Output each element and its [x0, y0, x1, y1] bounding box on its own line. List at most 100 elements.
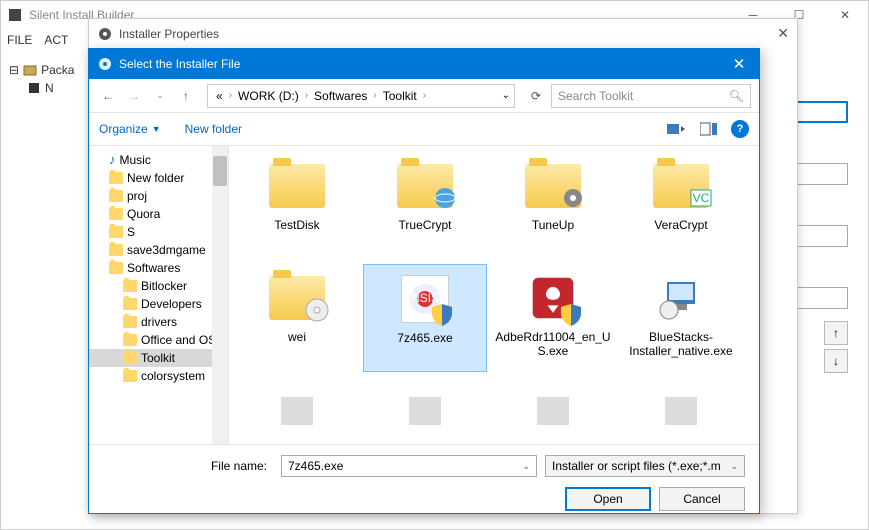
folder-icon: [269, 276, 325, 320]
menu-actions[interactable]: ACT: [44, 33, 68, 47]
folder-icon: [123, 334, 137, 346]
new-folder-button[interactable]: New folder: [185, 122, 242, 136]
sidebar-item-softwares[interactable]: Softwares: [89, 259, 228, 277]
breadcrumb-drive-icon[interactable]: «: [212, 89, 227, 103]
file-type-filter[interactable]: Installer or script files (*.exe;*.m ⌄: [545, 455, 745, 477]
file-item[interactable]: [235, 376, 359, 444]
chevron-down-icon[interactable]: ⌄: [522, 461, 530, 472]
organize-menu[interactable]: Organize ▼: [99, 122, 161, 136]
help-button[interactable]: ?: [731, 120, 749, 138]
file-item[interactable]: VCVeraCrypt: [619, 152, 743, 260]
sidebar-item-quora[interactable]: Quora: [89, 205, 228, 223]
folder-icon: [109, 208, 123, 220]
sidebar-item-bitlocker[interactable]: Bitlocker: [89, 277, 228, 295]
open-button[interactable]: Open: [565, 487, 651, 511]
view-mode-button[interactable]: [667, 120, 687, 138]
folder-tree-sidebar[interactable]: ♪Music New folder proj Quora Ssave3dmgame Sof…: [89, 146, 229, 444]
toolbar: Organize ▼ New folder ?: [89, 113, 759, 145]
installer-icon: NSIS: [401, 275, 449, 323]
menu-file[interactable]: FILE: [7, 33, 32, 47]
file-item[interactable]: TrueCrypt: [363, 152, 487, 260]
folder-icon: [109, 226, 123, 238]
move-up-button[interactable]: ↑: [824, 321, 848, 345]
file-item[interactable]: BlueStacks-Installer_native.exe: [619, 264, 743, 372]
folder-icon: [525, 164, 581, 208]
tree-item[interactable]: N: [9, 79, 89, 97]
sidebar-item-label: S: [127, 225, 135, 239]
sidebar-item-toolkit[interactable]: Toolkit: [89, 349, 228, 367]
breadcrumb-dropdown[interactable]: ⌄: [502, 90, 510, 101]
sidebar-item-new-folder[interactable]: New folder: [89, 169, 228, 187]
tree-package[interactable]: ⊟Packa: [9, 61, 89, 79]
sidebar-item-label: save3dmgame: [127, 243, 206, 257]
sidebar-item-colorsystem[interactable]: colorsystem: [89, 367, 228, 385]
folder-icon: [269, 164, 325, 208]
up-button[interactable]: ↑: [175, 85, 197, 107]
file-label: BlueStacks-Installer_native.exe: [623, 330, 739, 358]
preview-pane-button[interactable]: [699, 120, 719, 138]
sidebar-item-developers[interactable]: Developers: [89, 295, 228, 313]
file-item[interactable]: AdbeRdr11004_en_US.exe: [491, 264, 615, 372]
sidebar-item-office-and-os[interactable]: Office and OS: [89, 331, 228, 349]
exe-icon: [273, 386, 321, 434]
breadcrumb-seg[interactable]: Toolkit: [379, 89, 421, 103]
sidebar-item-label: Developers: [141, 297, 202, 311]
sidebar-item-label: New folder: [127, 171, 184, 185]
dialog-footer: File name: 7z465.exe ⌄ Installer or scri…: [89, 445, 759, 525]
breadcrumb-seg[interactable]: Softwares: [310, 89, 371, 103]
sidebar-item-proj[interactable]: proj: [89, 187, 228, 205]
file-label: TestDisk: [274, 218, 319, 232]
file-item[interactable]: wei: [235, 264, 359, 372]
scroll-thumb[interactable]: [213, 156, 227, 186]
sidebar-item-label: Quora: [127, 207, 160, 221]
folder-icon: [397, 164, 453, 208]
back-button[interactable]: ←: [97, 85, 119, 107]
sidebar-item-label: proj: [127, 189, 147, 203]
props-title: Installer Properties: [119, 27, 219, 41]
svg-text:NSIS: NSIS: [411, 291, 439, 305]
search-icon: 🔍︎: [729, 89, 744, 103]
file-item[interactable]: [619, 376, 743, 444]
breadcrumb-seg[interactable]: WORK (D:): [234, 89, 303, 103]
folder-icon: [123, 298, 137, 310]
refresh-button[interactable]: ⟳: [525, 85, 547, 107]
file-list[interactable]: TestDisk TrueCryptTuneUpVCVeraCrypt wei NSI…: [229, 146, 759, 444]
props-close-icon[interactable]: ✕: [777, 25, 789, 42]
scrollbar[interactable]: [212, 146, 228, 444]
forward-button[interactable]: →: [123, 85, 145, 107]
dialog-title: Select the Installer File: [119, 57, 240, 71]
search-input[interactable]: Search Toolkit 🔍︎: [551, 84, 751, 108]
folder-icon: [109, 172, 123, 184]
file-item[interactable]: [363, 376, 487, 444]
sidebar-item-label: colorsystem: [141, 369, 205, 383]
props-titlebar: Installer Properties ✕: [89, 19, 797, 49]
nav-bar: ← → ⌄ ↑ « › WORK (D:) › Softwares › Tool…: [89, 79, 759, 113]
cancel-button[interactable]: Cancel: [659, 487, 745, 511]
file-item[interactable]: NSIS7z465.exe: [363, 264, 487, 372]
sidebar-item-s[interactable]: S: [89, 223, 228, 241]
file-item[interactable]: TuneUp: [491, 152, 615, 260]
file-label: wei: [288, 330, 306, 344]
filename-input[interactable]: 7z465.exe ⌄: [281, 455, 537, 477]
dialog-titlebar: Select the Installer File ✕: [89, 49, 759, 79]
dialog-close-button[interactable]: ✕: [725, 53, 753, 75]
sidebar-item-music[interactable]: ♪Music: [89, 150, 228, 169]
sidebar-item-drivers[interactable]: drivers: [89, 313, 228, 331]
folder-icon: [109, 244, 123, 256]
file-item[interactable]: TestDisk: [235, 152, 359, 260]
sidebar-item-label: drivers: [141, 315, 177, 329]
recent-dropdown[interactable]: ⌄: [149, 85, 171, 107]
move-down-button[interactable]: ↓: [824, 349, 848, 373]
app-icon: [7, 7, 23, 23]
sidebar-item-save3dmgame[interactable]: save3dmgame: [89, 241, 228, 259]
folder-icon: [123, 352, 137, 364]
close-button[interactable]: ✕: [822, 1, 868, 29]
exe-icon: [401, 386, 449, 434]
exe-icon: [657, 386, 705, 434]
file-label: VeraCrypt: [654, 218, 707, 232]
sidebar-item-label: Softwares: [127, 261, 180, 275]
breadcrumb[interactable]: « › WORK (D:) › Softwares › Toolkit › ⌄: [207, 84, 515, 108]
sidebar-item-label: Office and OS: [141, 333, 216, 347]
file-item[interactable]: [491, 376, 615, 444]
exe-icon: [529, 386, 577, 434]
